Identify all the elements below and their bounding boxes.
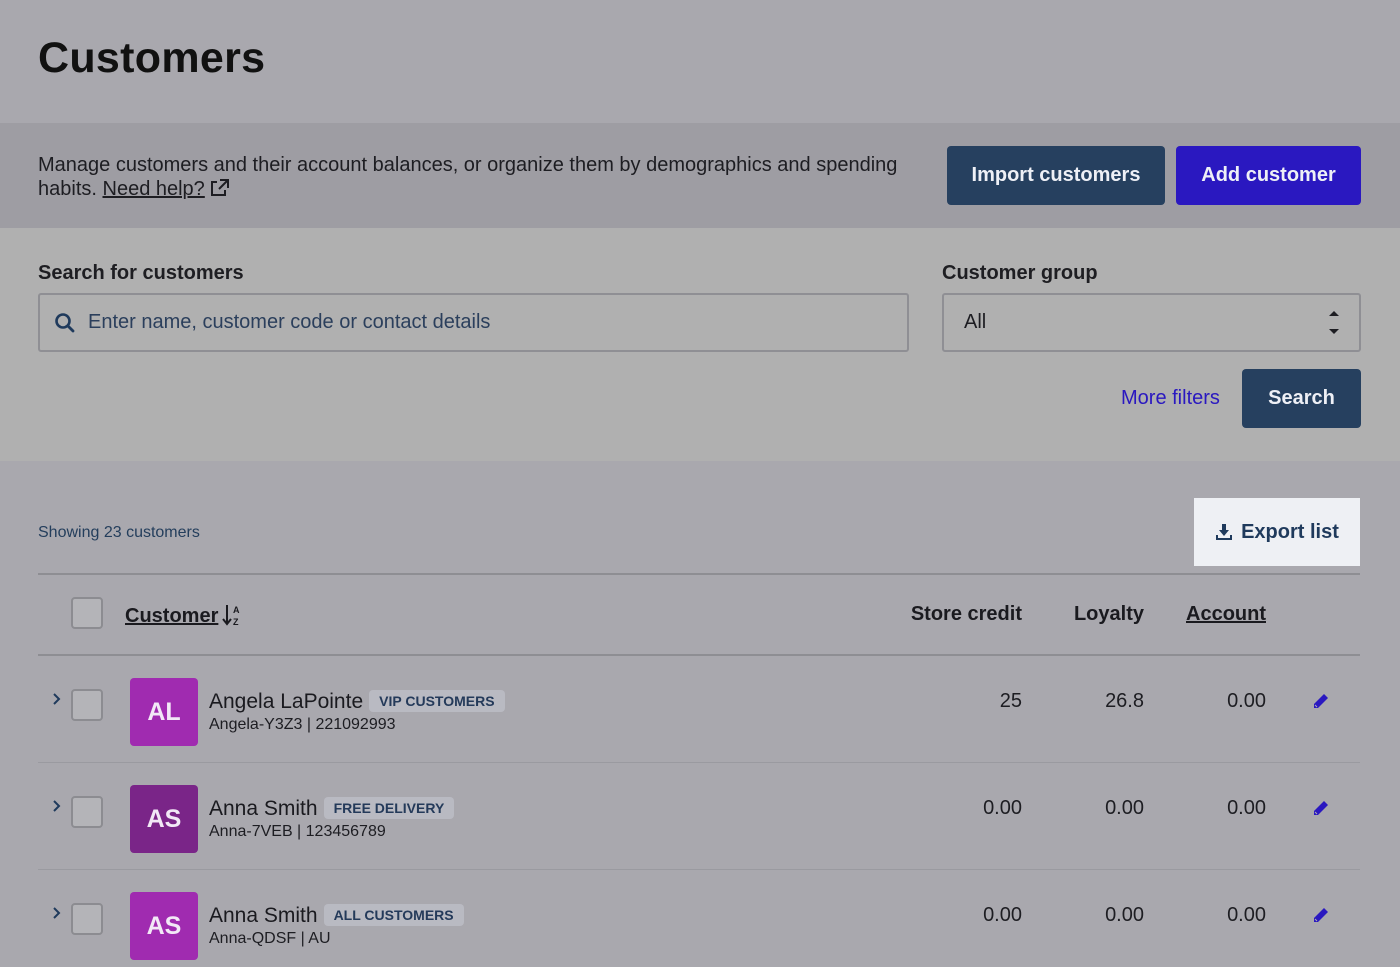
- sort-alpha-icon: AZ: [222, 605, 240, 627]
- customer-code: Anna-QDSF | AU: [209, 930, 331, 947]
- page-header: Customers: [0, 0, 1400, 123]
- table-row: AL Angela LaPointe VIP CUSTOMERS Angela-Y…: [38, 656, 1360, 763]
- table-header: Customer A Z Store credit Loyalty Account: [38, 573, 1360, 656]
- select-all-checkbox[interactable]: [71, 597, 103, 629]
- loyalty-value: 0.00: [1105, 904, 1144, 926]
- external-link-icon: [210, 179, 229, 196]
- select-arrows-icon: [1329, 311, 1339, 334]
- chevron-right-icon[interactable]: [52, 906, 62, 920]
- customer-code: Angela-Y3Z3 | 221092993: [209, 716, 396, 733]
- account-value: 0.00: [1227, 797, 1266, 819]
- add-customer-button[interactable]: Add customer: [1176, 146, 1361, 205]
- store-credit-value: 25: [999, 690, 1022, 712]
- more-filters-link[interactable]: More filters: [1121, 387, 1220, 410]
- row-checkbox[interactable]: [71, 689, 103, 721]
- export-list-label: Export list: [1241, 520, 1339, 543]
- customer-name-text: Anna Smith: [209, 797, 318, 820]
- column-customer-label: Customer: [125, 605, 219, 627]
- customer-group-select[interactable]: All: [942, 293, 1361, 352]
- download-icon: [1216, 524, 1233, 540]
- table-row: AS Anna Smith ALL CUSTOMERS Anna-QDSF | A…: [38, 870, 1360, 967]
- search-input[interactable]: [88, 295, 888, 350]
- customer-name-text: Angela LaPointe: [209, 690, 364, 713]
- svg-text:A: A: [233, 605, 240, 615]
- search-field[interactable]: [38, 293, 909, 352]
- row-checkbox[interactable]: [71, 796, 103, 828]
- customer-name-text: Anna Smith: [209, 904, 318, 927]
- intro-banner: Manage customers and their account balan…: [0, 123, 1400, 228]
- pencil-icon[interactable]: [1312, 799, 1330, 817]
- page-title: Customers: [38, 34, 266, 82]
- account-value: 0.00: [1227, 690, 1266, 712]
- loyalty-value: 0.00: [1105, 797, 1144, 819]
- search-label: Search for customers: [38, 262, 244, 284]
- need-help-link[interactable]: Need help?: [103, 178, 205, 200]
- intro-text: Manage customers and their account balan…: [38, 153, 918, 201]
- chevron-right-icon[interactable]: [52, 692, 62, 706]
- results-section: Showing 23 customers Export list Custome…: [0, 461, 1400, 967]
- results-count: Showing 23 customers: [38, 524, 200, 541]
- customer-name[interactable]: Anna Smith FREE DELIVERY: [209, 797, 455, 821]
- import-customers-button[interactable]: Import customers: [947, 146, 1165, 205]
- customer-group-tag: ALL CUSTOMERS: [323, 904, 464, 926]
- customer-group-tag: VIP CUSTOMERS: [369, 690, 505, 712]
- customer-group-tag: FREE DELIVERY: [323, 797, 455, 819]
- svg-text:Z: Z: [233, 617, 239, 627]
- column-account[interactable]: Account: [1186, 603, 1266, 626]
- table-row: AS Anna Smith FREE DELIVERY Anna-7VEB | 1…: [38, 763, 1360, 870]
- customer-name[interactable]: Anna Smith ALL CUSTOMERS: [209, 904, 464, 928]
- avatar: AL: [130, 678, 198, 746]
- customer-name[interactable]: Angela LaPointe VIP CUSTOMERS: [209, 690, 505, 714]
- account-value: 0.00: [1227, 904, 1266, 926]
- store-credit-value: 0.00: [983, 797, 1022, 819]
- avatar: AS: [130, 785, 198, 853]
- customer-group-value: All: [964, 311, 987, 333]
- column-store-credit: Store credit: [910, 603, 1022, 625]
- search-icon: [55, 313, 75, 333]
- loyalty-value: 26.8: [1105, 690, 1144, 712]
- column-loyalty: Loyalty: [1073, 603, 1144, 625]
- row-checkbox[interactable]: [71, 903, 103, 935]
- pencil-icon[interactable]: [1312, 906, 1330, 924]
- search-button[interactable]: Search: [1242, 369, 1361, 428]
- pencil-icon[interactable]: [1312, 692, 1330, 710]
- export-list-button[interactable]: Export list: [1194, 498, 1360, 566]
- chevron-right-icon[interactable]: [52, 799, 62, 813]
- customer-code: Anna-7VEB | 123456789: [209, 823, 386, 840]
- filters-panel: Search for customers Customer group All …: [0, 228, 1400, 461]
- store-credit-value: 0.00: [983, 904, 1022, 926]
- column-customer[interactable]: Customer A Z: [125, 603, 242, 628]
- avatar: AS: [130, 892, 198, 960]
- customer-group-label: Customer group: [942, 262, 1098, 284]
